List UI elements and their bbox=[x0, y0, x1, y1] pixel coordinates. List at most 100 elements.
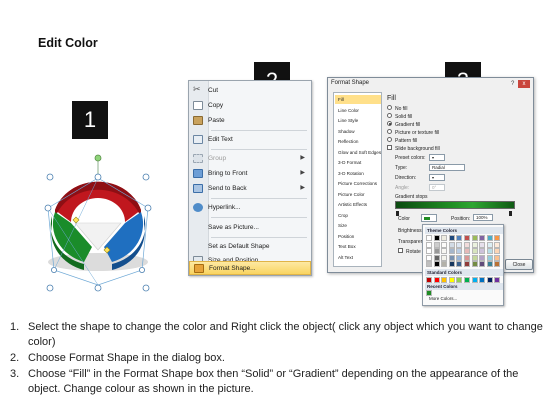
resize-handle[interactable] bbox=[44, 204, 52, 212]
color-swatch[interactable] bbox=[426, 241, 432, 248]
resize-handle[interactable] bbox=[94, 173, 102, 181]
radio-picture-fill[interactable]: Picture or texture fill bbox=[387, 129, 439, 137]
color-swatch[interactable] bbox=[486, 235, 493, 241]
color-swatch[interactable] bbox=[426, 261, 432, 268]
color-swatch[interactable] bbox=[471, 235, 478, 241]
adjust-handle[interactable] bbox=[72, 216, 80, 224]
radio-no-fill[interactable]: No fill bbox=[387, 105, 408, 113]
paint-bucket-icon bbox=[424, 217, 430, 220]
context-menu: ✂ Cut Copy Paste Edit Text Group ▶ Bring… bbox=[188, 80, 312, 276]
resize-handle[interactable] bbox=[46, 173, 54, 181]
color-swatch[interactable] bbox=[433, 254, 440, 261]
color-swatch[interactable] bbox=[486, 254, 493, 261]
menu-item-save-as-picture[interactable]: Save as Picture... bbox=[189, 220, 311, 235]
paste-icon bbox=[193, 116, 203, 125]
color-swatch[interactable] bbox=[441, 235, 448, 241]
resize-handle[interactable] bbox=[142, 173, 150, 181]
color-swatch[interactable] bbox=[486, 261, 493, 268]
resize-handle[interactable] bbox=[50, 267, 57, 274]
gradient-stop[interactable] bbox=[509, 211, 512, 216]
menu-item-format-shape[interactable]: Format Shape... bbox=[189, 261, 311, 275]
menu-item-paste[interactable]: Paste bbox=[189, 113, 311, 128]
color-swatch[interactable] bbox=[456, 235, 463, 241]
color-swatch[interactable] bbox=[441, 261, 448, 268]
radio-solid-fill[interactable]: Solid fill bbox=[387, 113, 412, 121]
checkbox-slide-background[interactable]: Slide background fill bbox=[387, 145, 440, 153]
selected-wheel-shape[interactable] bbox=[30, 150, 160, 295]
color-swatch[interactable] bbox=[448, 241, 455, 248]
resize-handle[interactable] bbox=[46, 284, 54, 292]
theme-colors-heading: Theme Colors bbox=[425, 227, 503, 234]
more-colors-link[interactable]: More Colors... bbox=[429, 296, 457, 301]
color-swatch[interactable] bbox=[479, 254, 486, 261]
group-icon bbox=[193, 154, 203, 163]
color-swatch[interactable] bbox=[464, 241, 470, 248]
color-swatch[interactable] bbox=[456, 248, 463, 255]
color-swatch[interactable] bbox=[441, 248, 448, 255]
angle-field[interactable]: 0° bbox=[429, 184, 445, 191]
instruction-item: 1. Select the shape to change the color a… bbox=[10, 321, 543, 348]
color-swatch[interactable] bbox=[464, 254, 470, 261]
color-swatch[interactable] bbox=[479, 235, 486, 241]
direction-dropdown[interactable]: ▾ bbox=[429, 174, 445, 181]
color-swatch[interactable] bbox=[494, 235, 501, 241]
color-swatch[interactable] bbox=[426, 235, 432, 241]
color-swatch[interactable] bbox=[433, 235, 440, 241]
color-swatch[interactable] bbox=[441, 254, 448, 261]
menu-item-copy[interactable]: Copy bbox=[189, 98, 311, 113]
gradient-stops-bar[interactable] bbox=[395, 201, 515, 209]
color-swatch[interactable] bbox=[448, 235, 455, 241]
color-swatch[interactable] bbox=[479, 261, 486, 268]
menu-item-hyperlink[interactable]: Hyperlink... bbox=[189, 200, 311, 215]
menu-item-group[interactable]: Group ▶ bbox=[189, 151, 311, 166]
color-swatch[interactable] bbox=[426, 254, 432, 261]
color-swatch[interactable] bbox=[464, 261, 470, 268]
color-swatch[interactable] bbox=[448, 248, 455, 255]
menu-item-bring-to-front[interactable]: Bring to Front ▶ bbox=[189, 166, 311, 181]
color-swatch[interactable] bbox=[464, 248, 470, 255]
resize-handle[interactable] bbox=[142, 284, 150, 292]
menu-item-send-to-back[interactable]: Send to Back ▶ bbox=[189, 181, 311, 196]
color-swatch[interactable] bbox=[494, 261, 501, 268]
color-swatch[interactable] bbox=[456, 241, 463, 248]
color-swatch[interactable] bbox=[479, 248, 486, 255]
color-picker-button[interactable] bbox=[421, 214, 437, 222]
close-button[interactable]: Close bbox=[505, 259, 533, 270]
resize-handle[interactable] bbox=[144, 204, 152, 212]
color-swatch[interactable] bbox=[471, 261, 478, 268]
color-swatch[interactable] bbox=[456, 261, 463, 268]
color-swatch[interactable] bbox=[448, 254, 455, 261]
type-dropdown[interactable]: Radial bbox=[429, 164, 465, 171]
color-swatch[interactable] bbox=[433, 261, 440, 268]
radio-gradient-fill[interactable]: Gradient fill bbox=[387, 121, 420, 129]
rotate-handle[interactable] bbox=[94, 154, 102, 162]
color-swatch[interactable] bbox=[479, 241, 486, 248]
color-swatch[interactable] bbox=[433, 241, 440, 248]
position-field[interactable]: 100% bbox=[473, 214, 493, 221]
preset-colors-dropdown[interactable]: ▾ bbox=[429, 154, 445, 161]
menu-item-cut[interactable]: ✂ Cut bbox=[189, 83, 311, 98]
submenu-arrow-icon: ▶ bbox=[300, 185, 305, 191]
color-swatch[interactable] bbox=[426, 248, 432, 255]
color-swatch[interactable] bbox=[456, 254, 463, 261]
color-swatch[interactable] bbox=[486, 241, 493, 248]
resize-handle[interactable] bbox=[139, 267, 146, 274]
color-swatch[interactable] bbox=[448, 261, 455, 268]
color-swatch[interactable] bbox=[486, 248, 493, 255]
color-swatch[interactable] bbox=[471, 254, 478, 261]
menu-item-set-default-shape[interactable]: Set as Default Shape bbox=[189, 239, 311, 254]
color-swatch[interactable] bbox=[494, 248, 501, 255]
color-swatch[interactable] bbox=[471, 241, 478, 248]
menu-item-edit-text[interactable]: Edit Text bbox=[189, 132, 311, 147]
color-swatch[interactable] bbox=[464, 235, 470, 241]
radio-pattern-fill[interactable]: Pattern fill bbox=[387, 137, 417, 145]
color-swatch[interactable] bbox=[433, 248, 440, 255]
color-swatch[interactable] bbox=[494, 254, 501, 261]
color-swatch[interactable] bbox=[471, 248, 478, 255]
submenu-arrow-icon: ▶ bbox=[300, 170, 305, 176]
resize-handle[interactable] bbox=[94, 284, 102, 292]
wheel-graphic[interactable] bbox=[30, 150, 160, 295]
color-swatch[interactable] bbox=[494, 241, 501, 248]
gradient-stops-label: Gradient stops bbox=[395, 194, 428, 200]
color-swatch[interactable] bbox=[441, 241, 448, 248]
